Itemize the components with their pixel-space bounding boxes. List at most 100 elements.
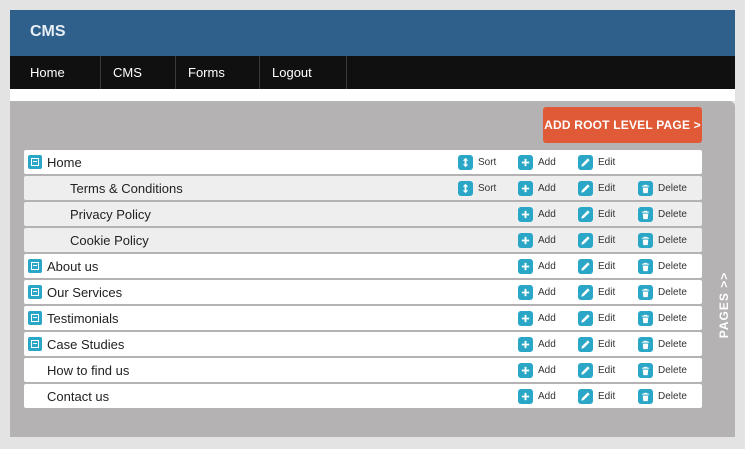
- page-title[interactable]: Cookie Policy: [70, 233, 149, 248]
- edit-button[interactable]: Edit: [578, 233, 615, 248]
- page-title[interactable]: Testimonials: [47, 311, 119, 326]
- page-title[interactable]: Home: [47, 155, 82, 170]
- delete-icon: [638, 233, 653, 248]
- edit-icon: [578, 363, 593, 378]
- page-title[interactable]: About us: [47, 259, 98, 274]
- add-child-button[interactable]: Add: [518, 363, 556, 378]
- edit-button[interactable]: Edit: [578, 389, 615, 404]
- edit-icon: [578, 337, 593, 352]
- page-title[interactable]: Case Studies: [47, 337, 124, 352]
- add-child-label: Add: [538, 183, 556, 194]
- expand-icon[interactable]: [28, 311, 42, 325]
- page-row: Home Sort Add Edit: [24, 150, 702, 174]
- delete-icon: [638, 337, 653, 352]
- delete-button[interactable]: Delete: [638, 389, 687, 404]
- add-child-button[interactable]: Add: [518, 337, 556, 352]
- add-child-button[interactable]: Add: [518, 389, 556, 404]
- delete-icon: [638, 259, 653, 274]
- delete-label: Delete: [658, 287, 687, 298]
- edit-icon: [578, 259, 593, 274]
- delete-button[interactable]: Delete: [638, 337, 687, 352]
- sort-icon: [458, 181, 473, 196]
- delete-button[interactable]: Delete: [638, 207, 687, 222]
- nav-cms[interactable]: CMS: [101, 56, 176, 89]
- content-top-strip: [10, 89, 735, 101]
- add-root-level-page-button[interactable]: ADD ROOT LEVEL PAGE >: [543, 107, 702, 143]
- delete-label: Delete: [658, 261, 687, 272]
- delete-icon: [638, 207, 653, 222]
- pages-side-tab-label: PAGES >>: [717, 271, 731, 339]
- page-title[interactable]: Contact us: [47, 389, 109, 404]
- edit-label: Edit: [598, 391, 616, 402]
- add-child-icon: [518, 389, 533, 404]
- delete-label: Delete: [658, 391, 687, 402]
- edit-button[interactable]: Edit: [578, 259, 615, 274]
- delete-button[interactable]: Delete: [638, 181, 687, 196]
- add-child-label: Add: [538, 235, 556, 246]
- delete-label: Delete: [658, 365, 687, 376]
- add-child-label: Add: [538, 365, 556, 376]
- delete-label: Delete: [658, 313, 687, 324]
- delete-button[interactable]: Delete: [638, 259, 687, 274]
- page-title[interactable]: Our Services: [47, 285, 122, 300]
- edit-icon: [578, 181, 593, 196]
- add-child-button[interactable]: Add: [518, 207, 556, 222]
- nav-logout[interactable]: Logout: [260, 56, 347, 89]
- sort-icon: [458, 155, 473, 170]
- edit-button[interactable]: Edit: [578, 181, 615, 196]
- edit-label: Edit: [598, 183, 616, 194]
- edit-button[interactable]: Edit: [578, 363, 615, 378]
- edit-label: Edit: [598, 287, 616, 298]
- add-child-button[interactable]: Add: [518, 311, 556, 326]
- edit-label: Edit: [598, 209, 616, 220]
- edit-icon: [578, 285, 593, 300]
- add-child-button[interactable]: Add: [518, 285, 556, 300]
- expand-icon[interactable]: [28, 155, 42, 169]
- edit-button[interactable]: Edit: [578, 155, 615, 170]
- edit-button[interactable]: Edit: [578, 337, 615, 352]
- expand-icon[interactable]: [28, 337, 42, 351]
- pages-side-tab[interactable]: PAGES >>: [714, 271, 734, 339]
- edit-label: Edit: [598, 313, 616, 324]
- add-child-button[interactable]: Add: [518, 259, 556, 274]
- add-child-icon: [518, 181, 533, 196]
- add-child-label: Add: [538, 313, 556, 324]
- edit-label: Edit: [598, 261, 616, 272]
- page-title[interactable]: Privacy Policy: [70, 207, 151, 222]
- sort-button[interactable]: Sort: [458, 155, 496, 170]
- delete-label: Delete: [658, 235, 687, 246]
- add-child-label: Add: [538, 261, 556, 272]
- add-child-button[interactable]: Add: [518, 155, 556, 170]
- page-title[interactable]: How to find us: [47, 363, 129, 378]
- delete-button[interactable]: Delete: [638, 233, 687, 248]
- page-tree: Home Sort Add Edit Terms & Conditions Sort Add…: [24, 150, 702, 410]
- delete-button[interactable]: Delete: [638, 285, 687, 300]
- nav-forms[interactable]: Forms: [176, 56, 260, 89]
- page-title[interactable]: Terms & Conditions: [70, 181, 183, 196]
- page-row: Terms & Conditions Sort Add Edit Delete: [24, 176, 702, 200]
- edit-icon: [578, 233, 593, 248]
- add-child-icon: [518, 155, 533, 170]
- add-child-label: Add: [538, 391, 556, 402]
- nav-home[interactable]: Home: [10, 56, 101, 89]
- expand-icon[interactable]: [28, 259, 42, 273]
- delete-label: Delete: [658, 183, 687, 194]
- sort-label: Sort: [478, 157, 497, 168]
- add-child-button[interactable]: Add: [518, 181, 556, 196]
- expand-icon[interactable]: [28, 285, 42, 299]
- add-child-button[interactable]: Add: [518, 233, 556, 248]
- edit-button[interactable]: Edit: [578, 285, 615, 300]
- edit-button[interactable]: Edit: [578, 207, 615, 222]
- add-child-icon: [518, 233, 533, 248]
- add-child-icon: [518, 337, 533, 352]
- delete-icon: [638, 363, 653, 378]
- edit-button[interactable]: Edit: [578, 311, 615, 326]
- page-row: How to find us Add Edit Delete: [24, 358, 702, 382]
- edit-label: Edit: [598, 365, 616, 376]
- edit-label: Edit: [598, 157, 616, 168]
- sort-button[interactable]: Sort: [458, 181, 496, 196]
- page-row: About us Add Edit Delete: [24, 254, 702, 278]
- delete-button[interactable]: Delete: [638, 311, 687, 326]
- add-child-label: Add: [538, 209, 556, 220]
- delete-button[interactable]: Delete: [638, 363, 687, 378]
